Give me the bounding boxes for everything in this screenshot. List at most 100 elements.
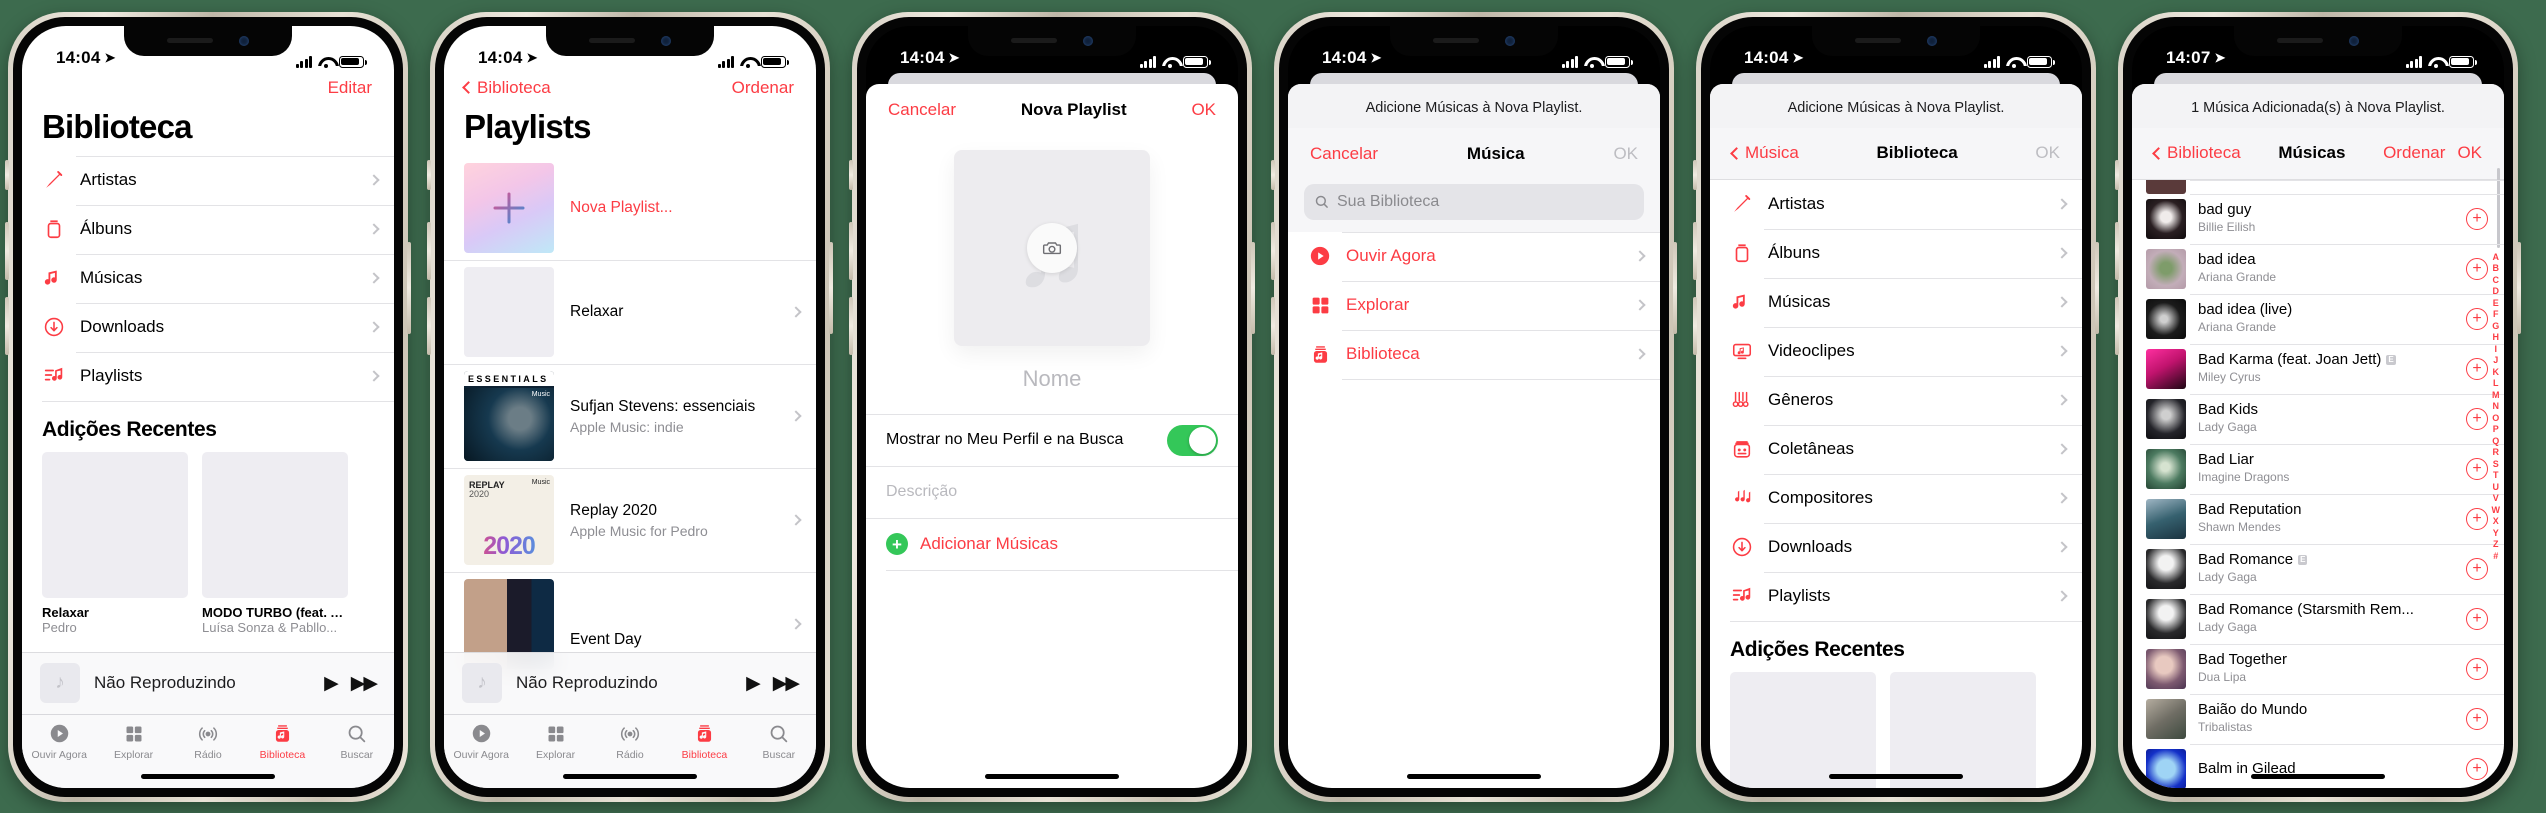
- tab-radio[interactable]: Rádio: [171, 723, 245, 761]
- plus-circle-icon[interactable]: +: [2466, 257, 2488, 280]
- home-indicator[interactable]: [141, 773, 275, 779]
- list-item-relaxar[interactable]: Relaxar: [444, 259, 816, 364]
- back-button[interactable]: Biblioteca: [462, 78, 551, 98]
- playlist-artwork-picker[interactable]: ♫: [866, 136, 1238, 352]
- next-button[interactable]: ▶▶: [773, 672, 800, 695]
- volume-up-button[interactable]: [1693, 221, 1697, 280]
- mute-switch[interactable]: [849, 159, 853, 190]
- ok-button[interactable]: OK: [1191, 100, 1216, 120]
- volume-down-button[interactable]: [2115, 296, 2119, 355]
- sidebar-item-albuns[interactable]: Álbuns: [22, 204, 394, 254]
- edit-button[interactable]: Editar: [328, 78, 372, 98]
- tab-radio[interactable]: Rádio: [593, 723, 667, 761]
- album-card[interactable]: MODO TURBO (feat. A... Luísa Sonza & Pab…: [202, 451, 348, 635]
- plus-circle-icon[interactable]: +: [2466, 757, 2488, 780]
- mute-switch[interactable]: [427, 159, 431, 190]
- mute-switch[interactable]: [2115, 159, 2119, 190]
- plus-circle-icon[interactable]: +: [2466, 307, 2488, 330]
- cancel-button[interactable]: Cancelar: [1310, 144, 1378, 164]
- row-compositores[interactable]: Compositores: [1710, 473, 2082, 523]
- row-ouvir-agora[interactable]: Ouvir Agora: [1288, 231, 1660, 281]
- list-item[interactable]: bad idea (live) Ariana Grande +: [2132, 293, 2504, 344]
- description-input[interactable]: Descrição: [866, 465, 1238, 518]
- play-button[interactable]: ▶: [324, 672, 339, 695]
- power-button[interactable]: [1251, 241, 1255, 334]
- mini-player[interactable]: ♪ Não Reproduzindo ▶ ▶▶: [444, 651, 816, 714]
- power-button[interactable]: [407, 241, 411, 334]
- plus-circle-icon[interactable]: +: [2466, 557, 2488, 580]
- volume-down-button[interactable]: [1693, 296, 1697, 355]
- sidebar-item-musicas[interactable]: Músicas: [22, 253, 394, 303]
- tab-buscar[interactable]: Buscar: [320, 723, 394, 761]
- list-item[interactable]: Bad Reputation Shawn Mendes +: [2132, 493, 2504, 544]
- volume-down-button[interactable]: [1271, 296, 1275, 355]
- volume-up-button[interactable]: [5, 221, 9, 280]
- tab-buscar[interactable]: Buscar: [742, 723, 816, 761]
- show-in-profile-toggle[interactable]: [1167, 424, 1218, 456]
- ok-button[interactable]: OK: [2035, 143, 2060, 163]
- power-button[interactable]: [829, 241, 833, 334]
- row-biblioteca[interactable]: Biblioteca: [1288, 329, 1660, 379]
- plus-circle-icon[interactable]: +: [2466, 607, 2488, 630]
- plus-circle-icon[interactable]: +: [2466, 657, 2488, 680]
- plus-circle-icon[interactable]: +: [2466, 457, 2488, 480]
- cancel-button[interactable]: Cancelar: [888, 100, 956, 120]
- plus-circle-icon[interactable]: +: [2466, 357, 2488, 380]
- row-coletaneas[interactable]: Coletâneas: [1710, 424, 2082, 474]
- back-button[interactable]: Biblioteca: [2152, 143, 2241, 163]
- ok-button[interactable]: OK: [1613, 144, 1638, 164]
- play-button[interactable]: ▶: [746, 672, 761, 695]
- tab-ouvir-agora[interactable]: Ouvir Agora: [444, 723, 518, 761]
- mute-switch[interactable]: [1271, 159, 1275, 190]
- list-item[interactable]: Bad Kids Lady Gaga +: [2132, 393, 2504, 444]
- sidebar-item-artistas[interactable]: Artistas: [22, 155, 394, 205]
- volume-down-button[interactable]: [849, 296, 853, 355]
- home-indicator[interactable]: [1829, 773, 1963, 779]
- tab-biblioteca[interactable]: Biblioteca: [667, 723, 741, 761]
- tab-explorar[interactable]: Explorar: [96, 723, 170, 761]
- volume-up-button[interactable]: [849, 221, 853, 280]
- plus-circle-icon[interactable]: +: [2466, 207, 2488, 230]
- next-button[interactable]: ▶▶: [351, 672, 378, 695]
- tab-biblioteca[interactable]: Biblioteca: [245, 723, 319, 761]
- album-card[interactable]: [1890, 671, 2036, 788]
- list-item[interactable]: Bad Romance E Lady Gaga +: [2132, 543, 2504, 594]
- plus-circle-icon[interactable]: +: [2466, 707, 2488, 730]
- power-button[interactable]: [2517, 241, 2521, 334]
- home-indicator[interactable]: [985, 773, 1119, 779]
- show-in-profile-row[interactable]: Mostrar no Meu Perfil e na Busca: [866, 413, 1238, 466]
- row-musicas[interactable]: Músicas: [1710, 277, 2082, 327]
- volume-down-button[interactable]: [427, 296, 431, 355]
- list-item[interactable]: Bad Karma (feat. Joan Jett) E Miley Cyrus…: [2132, 343, 2504, 394]
- row-artistas[interactable]: Artistas: [1710, 180, 2082, 229]
- playlist-name-input[interactable]: Nome: [866, 352, 1238, 414]
- search-input[interactable]: Sua Biblioteca: [1304, 183, 1644, 220]
- row-playlists[interactable]: Playlists: [1710, 571, 2082, 621]
- home-indicator[interactable]: [563, 773, 697, 779]
- album-card[interactable]: Relaxar Pedro: [42, 451, 188, 635]
- row-generos[interactable]: Gêneros: [1710, 375, 2082, 425]
- list-item[interactable]: bad guy Billie Eilish +: [2132, 193, 2504, 244]
- tab-explorar[interactable]: Explorar: [518, 723, 592, 761]
- mute-switch[interactable]: [5, 159, 9, 190]
- list-item-sufjan[interactable]: ESSENTIALS Music Sufjan Stevens: essenci…: [444, 363, 816, 468]
- tab-ouvir-agora[interactable]: Ouvir Agora: [22, 723, 96, 761]
- row-downloads[interactable]: Downloads: [1710, 522, 2082, 572]
- row-albuns[interactable]: Álbuns: [1710, 228, 2082, 278]
- list-item[interactable]: Balm in Gilead +: [2132, 743, 2504, 788]
- alphabet-index[interactable]: A B C D E F G H I J K L M N O P Q R S T U V W X Y Z #: [2492, 252, 2501, 563]
- sort-button[interactable]: Ordenar: [2383, 143, 2445, 163]
- volume-down-button[interactable]: [5, 296, 9, 355]
- plus-circle-icon[interactable]: +: [2466, 507, 2488, 530]
- list-item[interactable]: Bad Liar Imagine Dragons +: [2132, 443, 2504, 494]
- add-songs-button[interactable]: + Adicionar Músicas: [866, 517, 1238, 570]
- ok-button[interactable]: OK: [2457, 143, 2482, 163]
- power-button[interactable]: [1673, 241, 1677, 334]
- power-button[interactable]: [2095, 241, 2099, 334]
- sort-button[interactable]: Ordenar: [732, 78, 794, 98]
- camera-icon[interactable]: [1027, 222, 1077, 273]
- home-indicator[interactable]: [1407, 773, 1541, 779]
- sidebar-item-downloads[interactable]: Downloads: [22, 302, 394, 352]
- home-indicator[interactable]: [2251, 773, 2385, 779]
- row-videoclipes[interactable]: Videoclipes: [1710, 326, 2082, 376]
